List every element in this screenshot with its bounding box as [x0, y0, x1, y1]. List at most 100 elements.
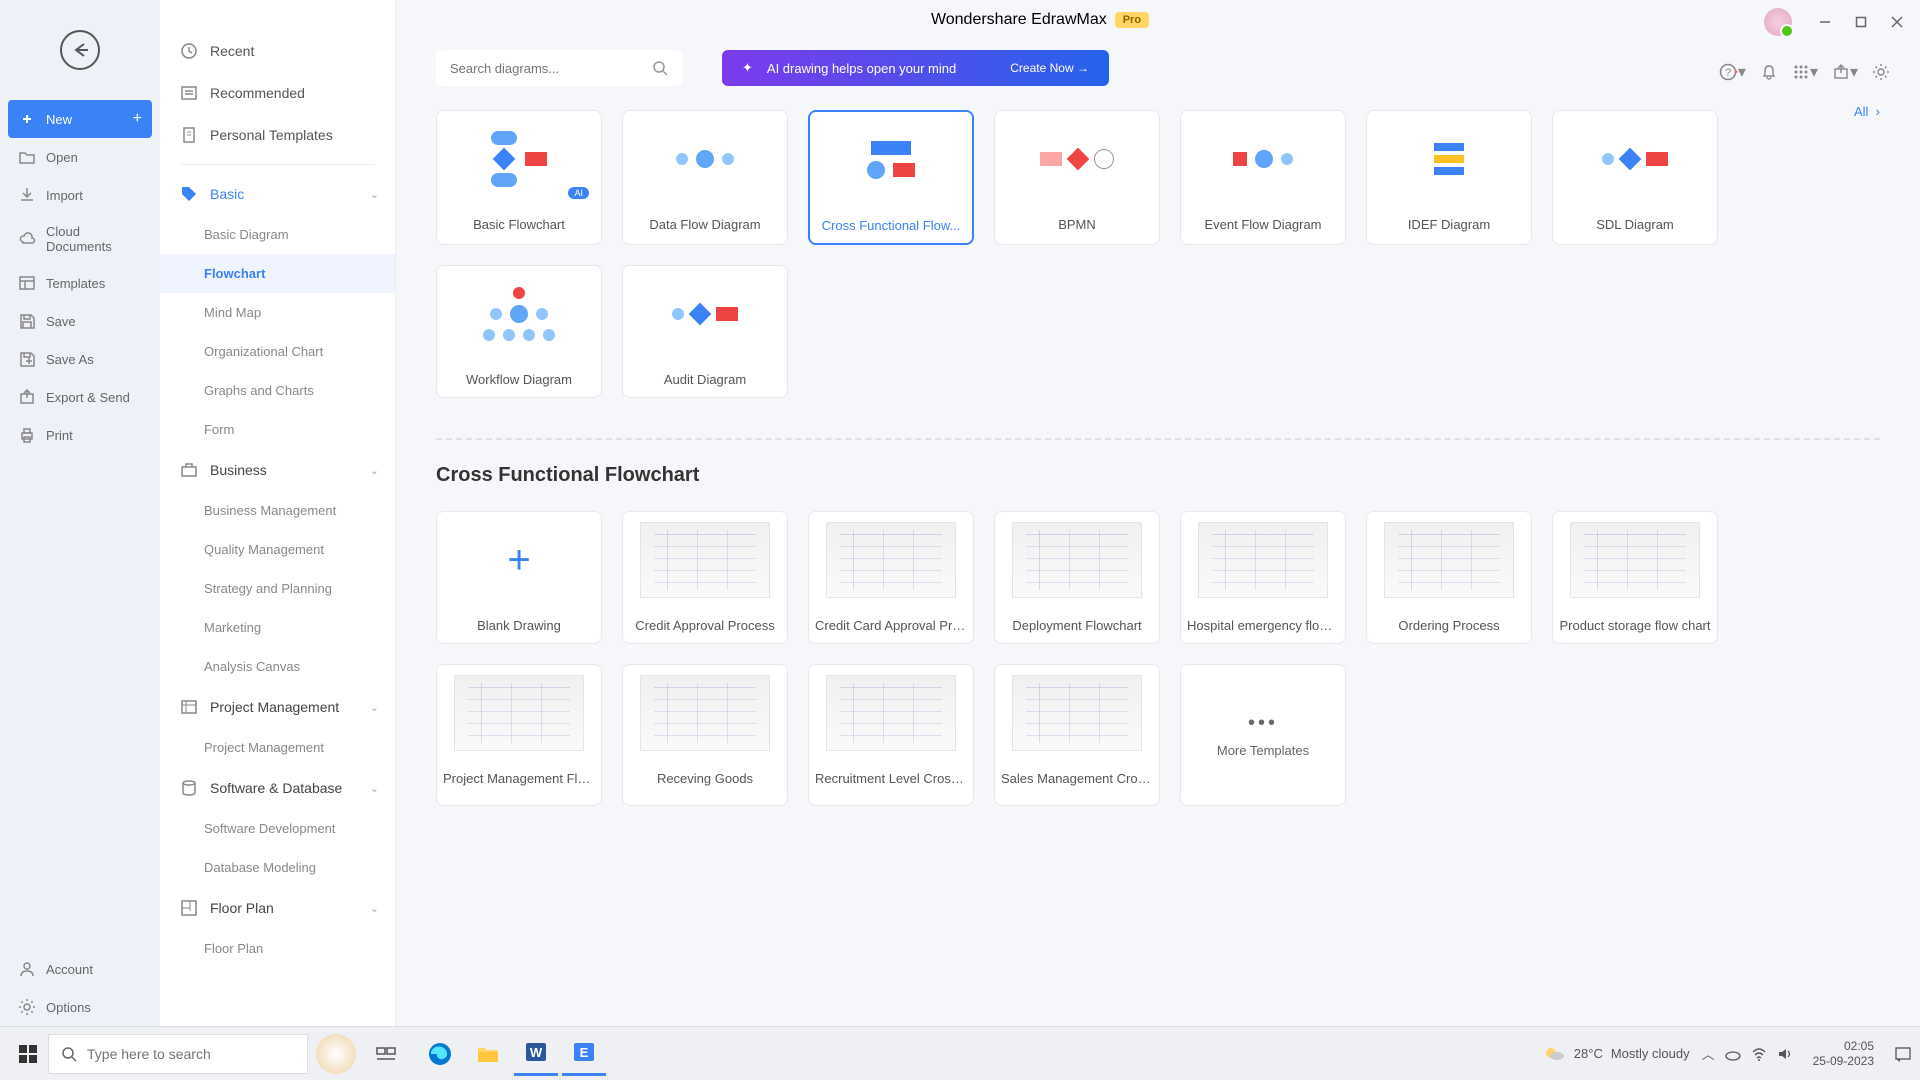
sidebar-item-import[interactable]: Import [0, 176, 160, 214]
nav-group-software-database[interactable]: Software & Database⌄ [160, 767, 395, 809]
weather[interactable]: 28°C Mostly cloudy [1542, 1042, 1690, 1066]
gear-icon[interactable] [1872, 63, 1890, 81]
ai-banner[interactable]: ✦ AI drawing helps open your mind Create… [722, 50, 1109, 86]
help-icon[interactable]: ?• ▾ [1719, 62, 1746, 82]
nav-item-recent[interactable]: Recent [160, 30, 395, 72]
sidebar-item-options[interactable]: Options [0, 988, 160, 1026]
diagram-type-audit-diagram[interactable]: Audit Diagram [622, 265, 788, 398]
nav-group-project-management[interactable]: Project Management⌄ [160, 686, 395, 728]
template-label: Ordering Process [1367, 608, 1531, 643]
nav-sub-label: Strategy and Planning [204, 581, 332, 596]
cortana-icon[interactable] [316, 1034, 356, 1074]
bell-icon[interactable] [1760, 63, 1778, 81]
template-label: Data Flow Diagram [623, 207, 787, 242]
taskbar-search-input[interactable] [87, 1046, 295, 1062]
nav-sub-marketing[interactable]: Marketing [160, 608, 395, 647]
nav-sub-strategy-and-planning[interactable]: Strategy and Planning [160, 569, 395, 608]
nav-sub-project-management[interactable]: Project Management [160, 728, 395, 767]
sidebar-item-label: Account [46, 962, 93, 977]
diagram-type-workflow-diagram[interactable]: Workflow Diagram [436, 265, 602, 398]
diagram-type-event-flow-diagram[interactable]: Event Flow Diagram [1180, 110, 1346, 245]
sidebar-item-label: Cloud Documents [46, 224, 142, 254]
sidebar-item-print[interactable]: Print [0, 416, 160, 454]
print-icon [18, 426, 36, 444]
nav-sub-analysis-canvas[interactable]: Analysis Canvas [160, 647, 395, 686]
import-icon [18, 186, 36, 204]
diagram-type-basic-flowchart[interactable]: AIBasic Flowchart [436, 110, 602, 245]
sidebar-item-export-send[interactable]: Export & Send [0, 378, 160, 416]
template-label: Product storage flow chart [1553, 608, 1717, 643]
template-label: Recruitment Level Cross F... [809, 761, 973, 796]
nav-group-label: Project Management [210, 699, 339, 715]
back-button[interactable] [60, 30, 100, 70]
weather-icon [1542, 1042, 1566, 1066]
template-credit-approval-process[interactable]: Credit Approval Process [622, 511, 788, 644]
nav-sub-software-development[interactable]: Software Development [160, 809, 395, 848]
volume-icon[interactable] [1777, 1046, 1793, 1062]
nav-sub-database-modeling[interactable]: Database Modeling [160, 848, 395, 887]
nav-sub-label: Flowchart [204, 266, 265, 281]
notifications-icon[interactable] [1894, 1045, 1912, 1063]
template-credit-card-approval-proc-[interactable]: Credit Card Approval Proc... [808, 511, 974, 644]
explorer-icon[interactable] [466, 1032, 510, 1076]
sidebar-item-save-as[interactable]: Save As [0, 340, 160, 378]
edge-icon[interactable] [418, 1032, 462, 1076]
template-product-storage-flow-chart[interactable]: Product storage flow chart [1552, 511, 1718, 644]
template-receving-goods[interactable]: Receving Goods [622, 664, 788, 806]
diagram-type-bpmn[interactable]: BPMN [994, 110, 1160, 245]
sidebar-item-account[interactable]: Account [0, 950, 160, 988]
start-button[interactable] [8, 1034, 48, 1074]
apps-icon[interactable]: ▾ [1792, 62, 1818, 82]
diagram-type-cross-functional-flow-[interactable]: Cross Functional Flow... [808, 110, 974, 245]
plus-icon[interactable]: + [133, 110, 142, 128]
edrawmax-icon[interactable]: E [562, 1032, 606, 1076]
sidebar-item-save[interactable]: Save [0, 302, 160, 340]
search-box[interactable] [436, 50, 682, 86]
task-view-icon[interactable] [364, 1032, 408, 1076]
nav-group-business[interactable]: Business⌄ [160, 449, 395, 491]
template-deployment-flowchart[interactable]: Deployment Flowchart [994, 511, 1160, 644]
template-label: Receving Goods [623, 761, 787, 796]
sidebar-item-open[interactable]: Open [0, 138, 160, 176]
tray-chevron-icon[interactable]: ︿ [1702, 1044, 1715, 1063]
diagram-type-data-flow-diagram[interactable]: Data Flow Diagram [622, 110, 788, 245]
template-ordering-process[interactable]: Ordering Process [1366, 511, 1532, 644]
clock[interactable]: 02:05 25-09-2023 [1813, 1039, 1874, 1068]
nav-sub-mind-map[interactable]: Mind Map [160, 293, 395, 332]
nav-sub-basic-diagram[interactable]: Basic Diagram [160, 215, 395, 254]
diagram-type-sdl-diagram[interactable]: SDL Diagram [1552, 110, 1718, 245]
template-more-templates[interactable]: •••More Templates [1180, 664, 1346, 806]
diagram-type-idef-diagram[interactable]: IDEF Diagram [1366, 110, 1532, 245]
nav-sub-flowchart[interactable]: Flowchart [160, 254, 395, 293]
template-recruitment-level-cross-f-[interactable]: Recruitment Level Cross F... [808, 664, 974, 806]
template-sales-management-crossf-[interactable]: Sales Management Crossf... [994, 664, 1160, 806]
nav-sub-form[interactable]: Form [160, 410, 395, 449]
nav-item-recommended[interactable]: Recommended [160, 72, 395, 114]
save-icon [18, 312, 36, 330]
taskbar-search[interactable] [48, 1034, 308, 1074]
template-thumb: •••More Templates [1181, 665, 1345, 805]
sidebar-item-cloud-documents[interactable]: Cloud Documents [0, 214, 160, 264]
nav-sub-graphs-and-charts[interactable]: Graphs and Charts [160, 371, 395, 410]
share-icon[interactable]: ▾ [1832, 62, 1858, 82]
onedrive-icon[interactable] [1725, 1046, 1741, 1062]
nav-sub-organizational-chart[interactable]: Organizational Chart [160, 332, 395, 371]
word-icon[interactable]: W [514, 1032, 558, 1076]
sidebar-item-new[interactable]: New+ [8, 100, 152, 138]
sidebar-item-templates[interactable]: Templates [0, 264, 160, 302]
template-project-management-flow-[interactable]: Project Management Flow... [436, 664, 602, 806]
template-thumbnail [826, 675, 956, 751]
template-hospital-emergency-flow-c-[interactable]: Hospital emergency flow c... [1180, 511, 1346, 644]
all-link[interactable]: All › [1854, 104, 1880, 119]
nav-sub-label: Mind Map [204, 305, 261, 320]
search-input[interactable] [450, 61, 652, 76]
nav-group-basic[interactable]: Basic⌄ [160, 173, 395, 215]
divider [180, 164, 375, 165]
template-blank-drawing[interactable]: +Blank Drawing [436, 511, 602, 644]
nav-group-floor-plan[interactable]: Floor Plan⌄ [160, 887, 395, 929]
nav-sub-floor-plan[interactable]: Floor Plan [160, 929, 395, 968]
wifi-icon[interactable] [1751, 1046, 1767, 1062]
nav-sub-quality-management[interactable]: Quality Management [160, 530, 395, 569]
nav-item-personal-templates[interactable]: Personal Templates [160, 114, 395, 156]
nav-sub-business-management[interactable]: Business Management [160, 491, 395, 530]
